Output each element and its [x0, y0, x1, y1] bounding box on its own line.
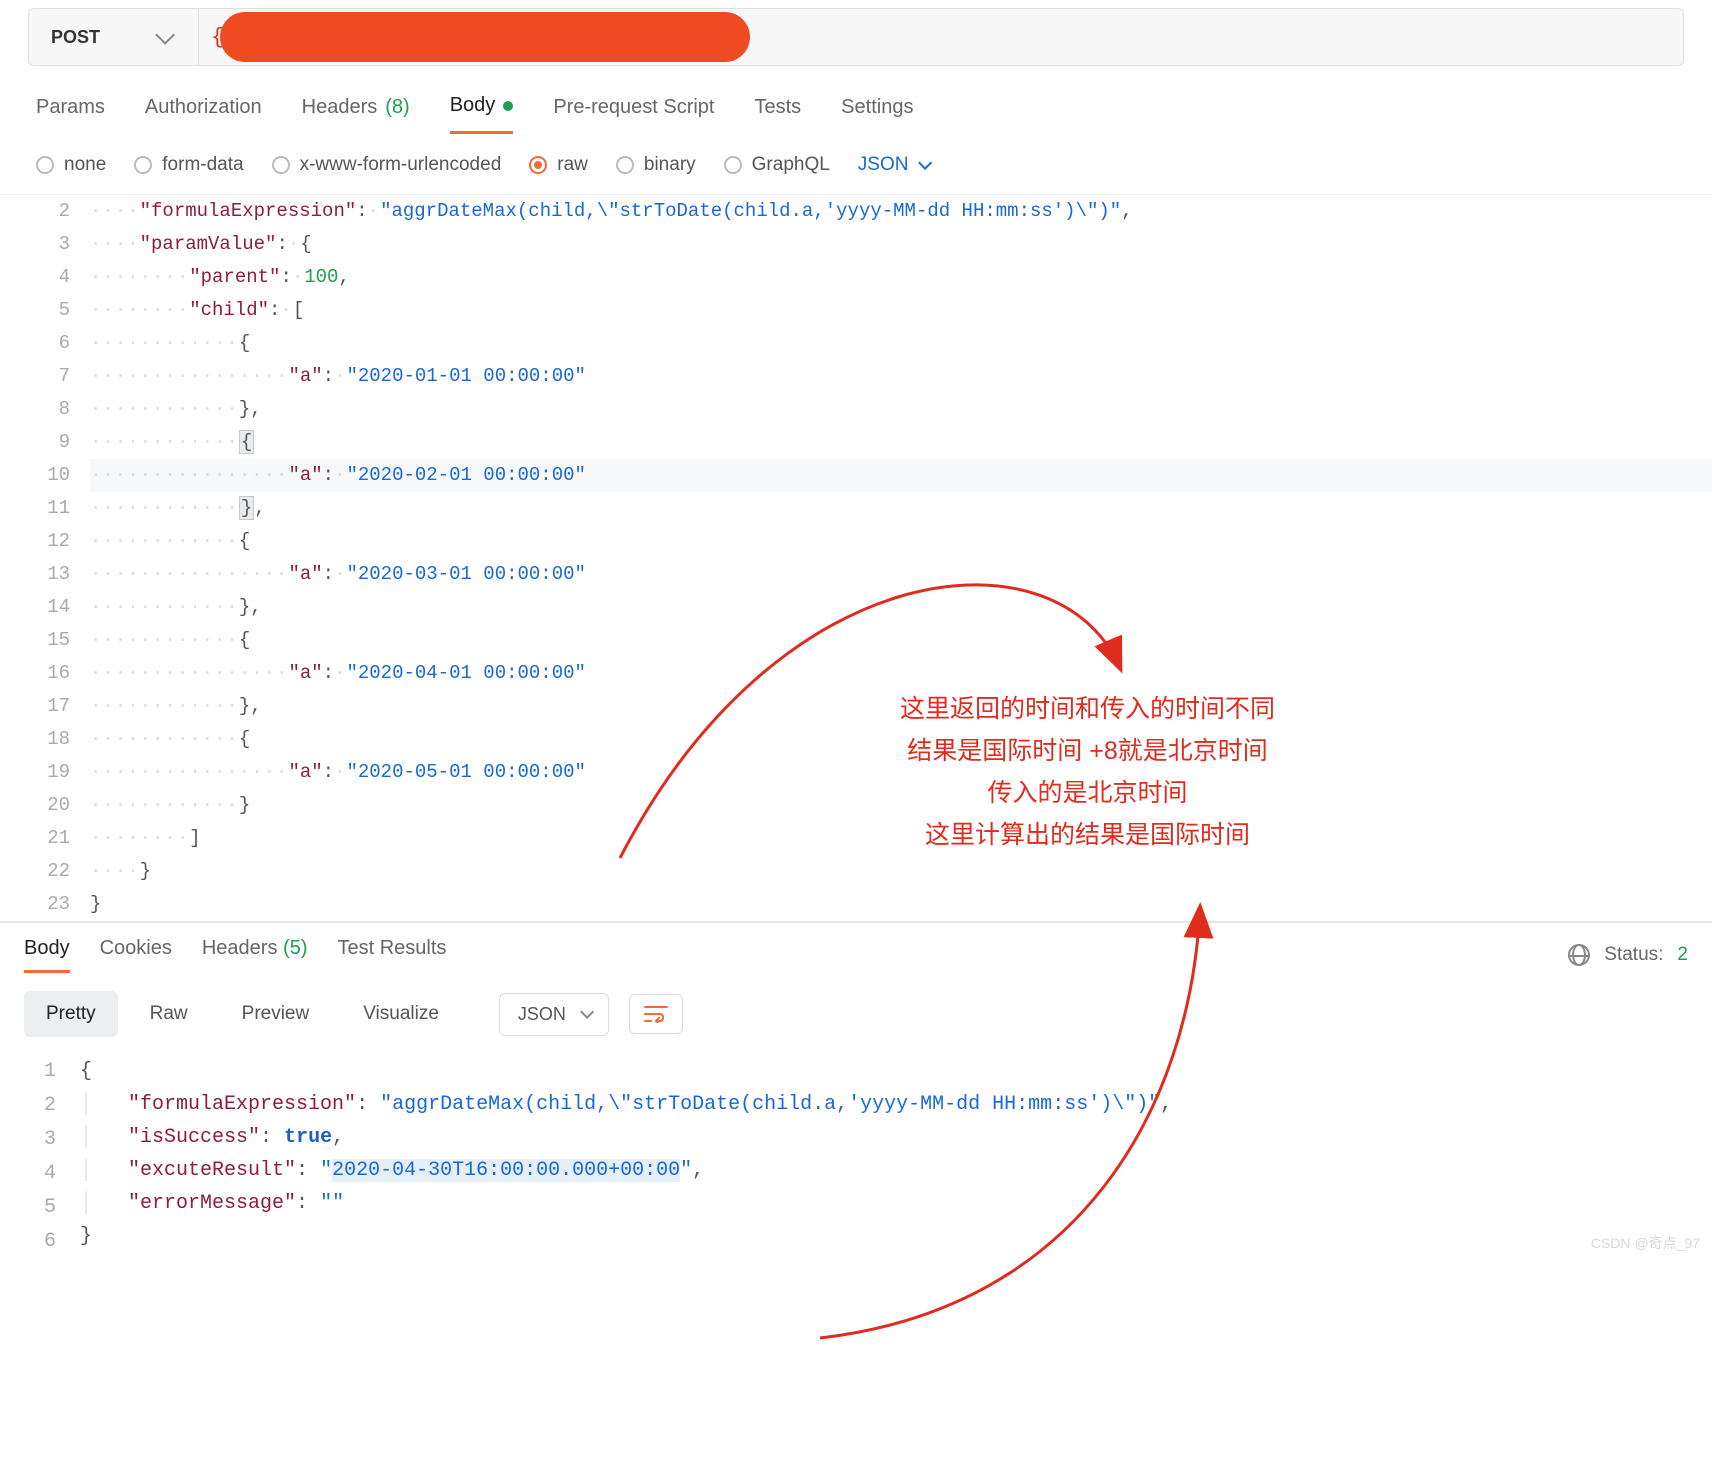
view-visualize[interactable]: Visualize	[341, 991, 461, 1037]
response-tab-cookies[interactable]: Cookies	[100, 937, 172, 973]
body-type-none[interactable]: none	[36, 154, 106, 176]
url-redacted	[220, 12, 750, 62]
view-mode-row: Pretty Raw Preview Visualize JSON	[0, 973, 1712, 1055]
line-gutter: 123456	[0, 1055, 80, 1259]
body-type-graphql[interactable]: GraphQL	[724, 154, 830, 176]
response-body-editor[interactable]: 123456 {│ "formulaExpression": "aggrDate…	[0, 1055, 1712, 1259]
chevron-down-icon	[580, 1005, 594, 1019]
body-type-raw[interactable]: raw	[529, 154, 588, 176]
response-header: Body Cookies Headers (5) Test Results St…	[0, 923, 1712, 973]
response-tab-test-results[interactable]: Test Results	[337, 937, 446, 973]
response-tab-body[interactable]: Body	[24, 937, 70, 973]
request-tabs: Params Authorization Headers (8) Body Pr…	[0, 66, 1712, 134]
body-type-xwww[interactable]: x-www-form-urlencoded	[272, 154, 502, 176]
response-meta: Status: 2	[1568, 944, 1688, 966]
modified-dot-icon	[503, 101, 513, 111]
status-label: Status:	[1604, 944, 1663, 966]
code-area: {│ "formulaExpression": "aggrDateMax(chi…	[80, 1055, 1712, 1259]
view-pretty[interactable]: Pretty	[24, 991, 118, 1037]
tab-settings[interactable]: Settings	[841, 94, 913, 134]
tab-tests[interactable]: Tests	[754, 94, 801, 134]
request-body-editor[interactable]: 234567891011121314151617181920212223 ···…	[0, 194, 1712, 921]
view-raw[interactable]: Raw	[128, 991, 210, 1037]
chevron-down-icon	[155, 25, 175, 45]
line-gutter: 234567891011121314151617181920212223	[0, 195, 90, 921]
globe-icon[interactable]	[1568, 944, 1590, 966]
tab-headers[interactable]: Headers (8)	[302, 94, 410, 134]
tab-prerequest[interactable]: Pre-request Script	[553, 94, 714, 134]
body-format-select[interactable]: JSON	[858, 154, 929, 176]
annotation-text: 这里返回的时间和传入的时间不同 结果是国际时间 +8就是北京时间 传入的是北京时…	[900, 688, 1275, 856]
response-tab-headers[interactable]: Headers (5)	[202, 937, 308, 973]
watermark: CSDN @奇点_97	[1591, 1233, 1700, 1253]
tab-body[interactable]: Body	[450, 94, 514, 134]
body-type-binary[interactable]: binary	[616, 154, 696, 176]
tab-params[interactable]: Params	[36, 94, 105, 134]
body-type-row: none form-data x-www-form-urlencoded raw…	[0, 134, 1712, 194]
http-method-value: POST	[51, 27, 100, 48]
view-preview[interactable]: Preview	[220, 991, 332, 1037]
wrap-lines-button[interactable]	[629, 994, 683, 1034]
body-type-formdata[interactable]: form-data	[134, 154, 243, 176]
http-method-select[interactable]: POST	[29, 9, 199, 65]
response-format-select[interactable]: JSON	[499, 993, 609, 1036]
url-input[interactable]: {	[199, 9, 1683, 65]
response-tabs: Body Cookies Headers (5) Test Results	[24, 937, 446, 973]
chevron-down-icon	[919, 156, 933, 170]
status-value: 2	[1677, 944, 1688, 966]
request-bar: POST {	[28, 8, 1684, 66]
tab-authorization[interactable]: Authorization	[145, 94, 262, 134]
